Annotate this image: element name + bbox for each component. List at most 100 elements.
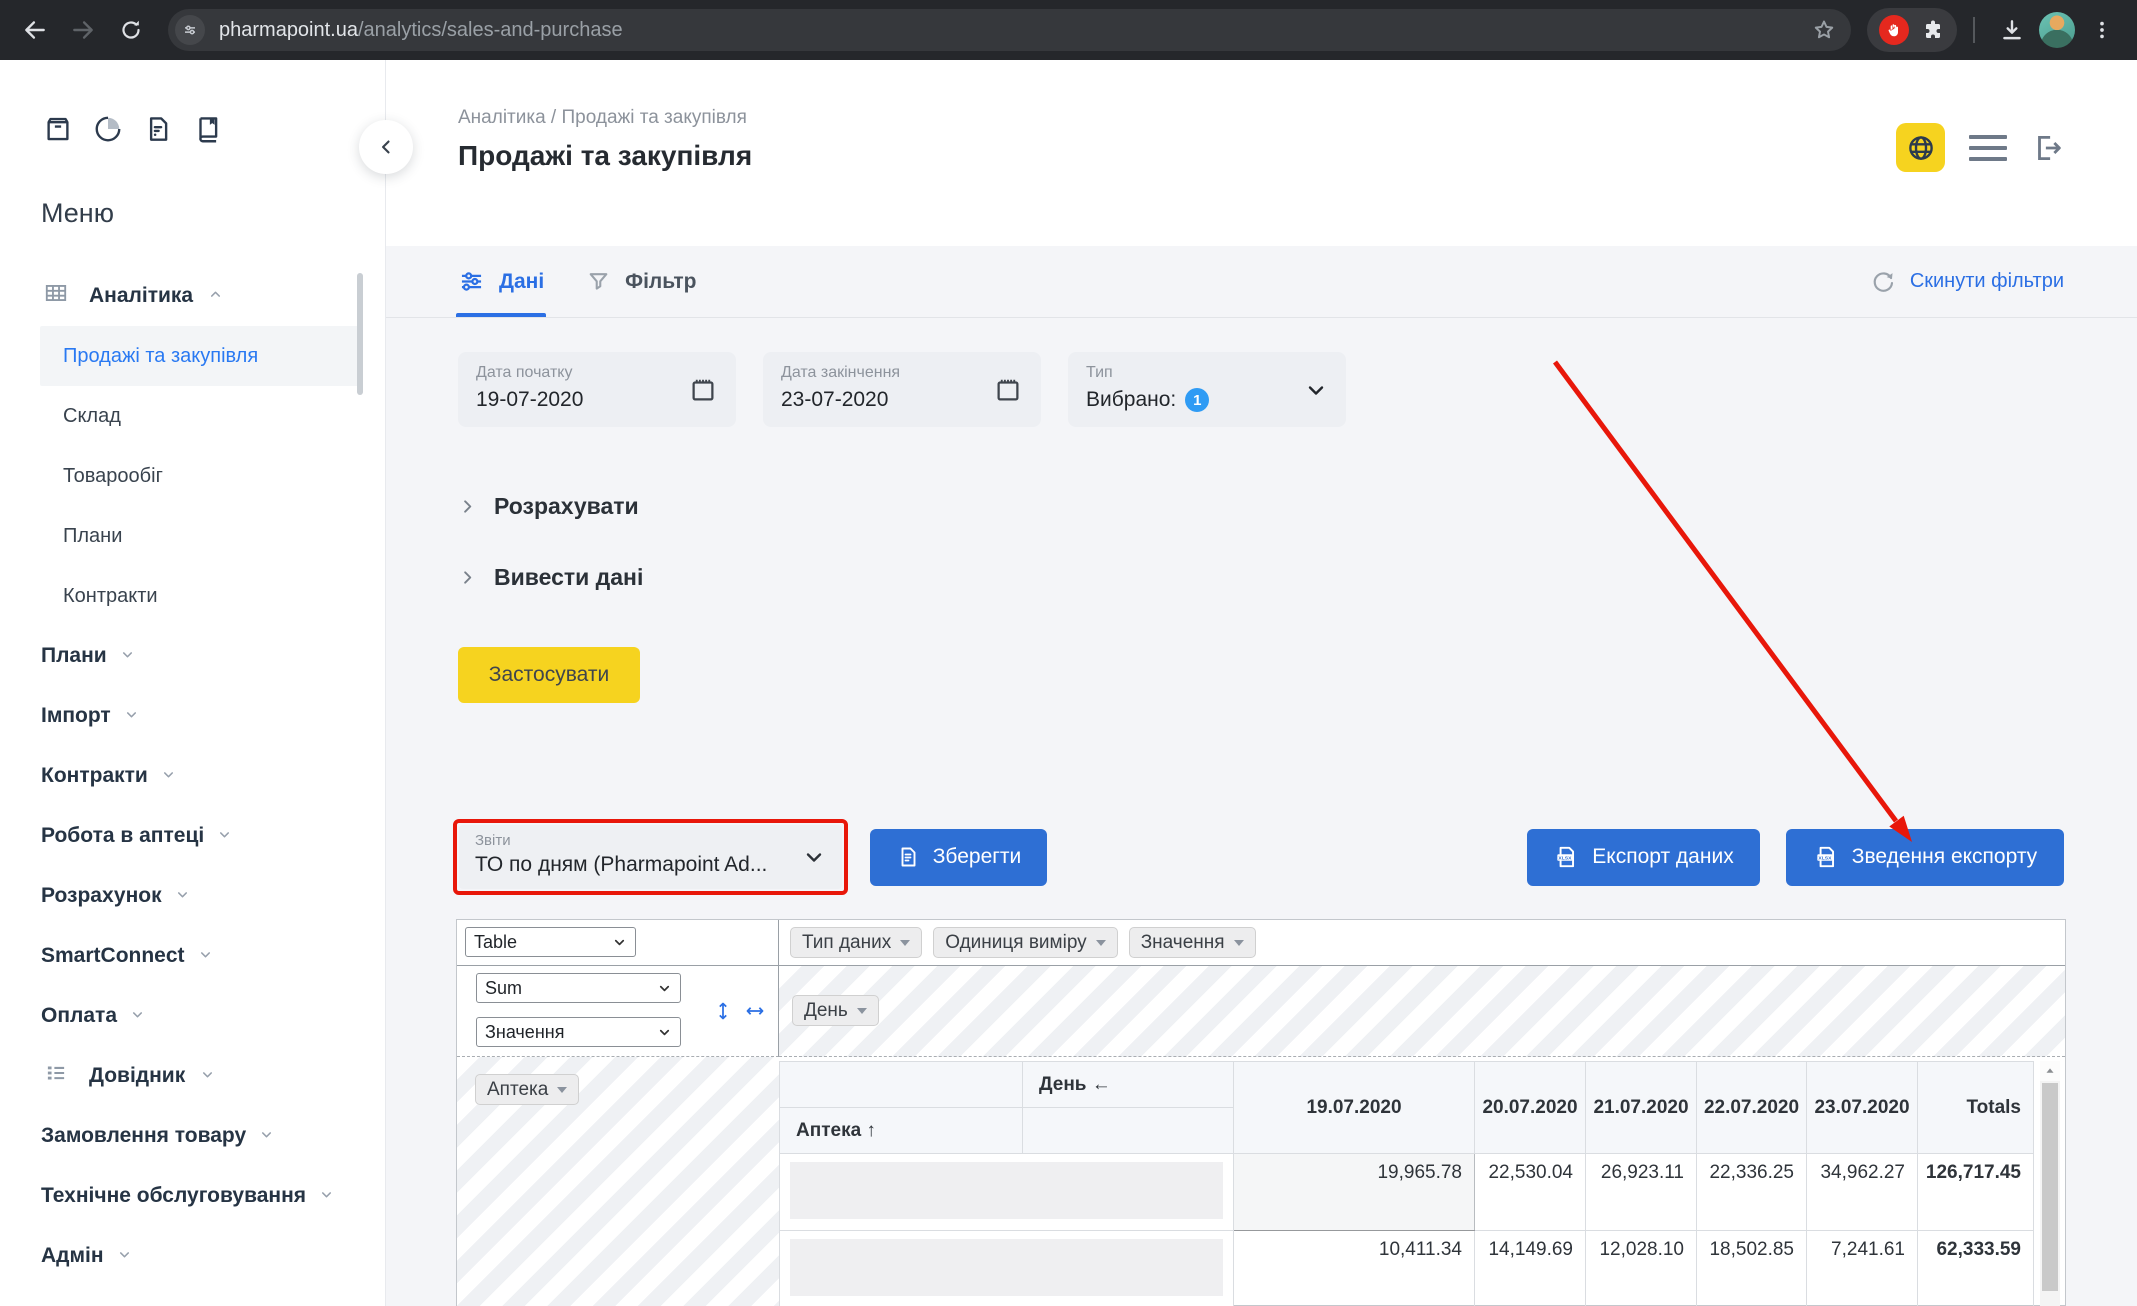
- chevron-right-icon: [458, 497, 477, 516]
- calendar-icon[interactable]: [993, 375, 1023, 405]
- date-start-field[interactable]: Дата початку 19-07-2020: [458, 352, 736, 427]
- address-bar[interactable]: pharmapoint.ua/analytics/sales-and-purch…: [168, 9, 1851, 51]
- adblock-extension-icon[interactable]: [1879, 15, 1909, 45]
- attr-label: Значення: [1141, 932, 1225, 954]
- extensions-puzzle-icon[interactable]: [1921, 18, 1945, 42]
- sidebar-item-turnover[interactable]: Товарообіг: [0, 446, 385, 506]
- chevron-down-icon: [117, 1244, 132, 1268]
- pie-chart-icon[interactable]: [93, 114, 123, 149]
- pivot-renderer-cell: Table: [457, 920, 779, 966]
- type-select-field[interactable]: Тип Вибрано:1: [1068, 352, 1346, 427]
- date-start-label: Дата початку: [476, 364, 718, 382]
- sidebar-scrollbar-thumb[interactable]: [357, 273, 363, 395]
- chevron-right-icon: [458, 568, 477, 587]
- table-scrollbar[interactable]: [2040, 1061, 2060, 1306]
- spacer-cell: [1023, 1108, 1234, 1154]
- chevron-down-icon: [1304, 378, 1328, 402]
- column-header: 22.07.2020: [1697, 1062, 1807, 1154]
- sidebar-item-smartconnect[interactable]: SmartConnect: [0, 926, 385, 986]
- col-axis-header[interactable]: День ←: [1023, 1062, 1234, 1108]
- sidebar-item-sales-and-purchase[interactable]: Продажі та закупівля: [40, 326, 360, 386]
- sidebar-item-admin[interactable]: Адмін: [0, 1226, 385, 1286]
- sidebar-item-calculation[interactable]: Розрахунок: [0, 866, 385, 926]
- date-end-field[interactable]: Дата закінчення 23-07-2020: [763, 352, 1041, 427]
- sidebar-item-contracts-sub[interactable]: Контракти: [0, 566, 385, 626]
- screen: pharmapoint.ua/analytics/sales-and-purch…: [0, 0, 2137, 1306]
- language-globe-button[interactable]: [1896, 123, 1945, 172]
- report-document-icon[interactable]: [143, 114, 173, 149]
- row-total-cell: 126,717.45: [1918, 1154, 2034, 1231]
- export-data-button[interactable]: Експорт даних: [1527, 829, 1760, 886]
- save-button[interactable]: Зберегти: [870, 829, 1047, 886]
- browser-reload-button[interactable]: [110, 9, 152, 51]
- attr-pill-value[interactable]: Значення: [1129, 927, 1256, 958]
- scrollbar-up-icon[interactable]: [2040, 1061, 2060, 1081]
- browser-back-button[interactable]: [14, 9, 56, 51]
- scrollbar-thumb[interactable]: [2042, 1083, 2058, 1291]
- book-icon[interactable]: [193, 114, 223, 149]
- reports-dropdown[interactable]: Звіти ТО по дням (Pharmapoint Ad...: [459, 825, 842, 889]
- tab-filter[interactable]: Фільтр: [586, 246, 696, 317]
- sidebar-collapse-button[interactable]: [359, 120, 413, 174]
- date-start-value: 19-07-2020: [476, 388, 718, 412]
- sidebar-item-label: Технічне обслуговування: [41, 1184, 306, 1208]
- column-header: 21.07.2020: [1586, 1062, 1697, 1154]
- menu-title: Меню: [41, 198, 385, 226]
- aggregator-select[interactable]: Sum: [476, 973, 681, 1003]
- site-info-icon[interactable]: [175, 15, 205, 45]
- sidebar-item-maintenance[interactable]: Технічне обслуговування: [0, 1166, 385, 1226]
- section-output-toggle[interactable]: Вивести дані: [458, 564, 643, 591]
- attr-pill-pharmacy[interactable]: Аптека: [475, 1074, 579, 1105]
- sidebar-item-plans-sub[interactable]: Плани: [0, 506, 385, 566]
- attr-pill-unit[interactable]: Одиниця виміру: [933, 927, 1117, 958]
- sidebar-item-goods-order[interactable]: Замовлення товару: [0, 1106, 385, 1166]
- apply-button[interactable]: Застосувати: [458, 647, 640, 703]
- date-end-label: Дата закінчення: [781, 364, 1023, 382]
- caret-down-icon: [857, 1008, 867, 1014]
- attr-pill-data-type[interactable]: Тип даних: [790, 927, 922, 958]
- sidebar-item-plans[interactable]: Плани: [0, 626, 385, 686]
- reset-filters-link[interactable]: Скинути фільтри: [1870, 269, 2064, 295]
- hamburger-menu-icon[interactable]: [1969, 135, 2007, 161]
- sidebar-item-contracts[interactable]: Контракти: [0, 746, 385, 806]
- export-summary-button[interactable]: Зведення експорту: [1786, 829, 2064, 886]
- attr-pill-day[interactable]: День: [792, 995, 879, 1026]
- sidebar-item-label: Розрахунок: [41, 884, 162, 908]
- arrows-horizontal-icon[interactable]: [744, 1000, 766, 1028]
- renderer-value: Table: [474, 932, 517, 953]
- downloads-icon[interactable]: [1991, 9, 2033, 51]
- type-value: Вибрано:: [1086, 388, 1176, 412]
- sidebar-item-label: Товарообіг: [63, 465, 163, 488]
- annotation-highlight-box: Звіти ТО по дням (Pharmapoint Ad...: [453, 819, 848, 895]
- browser-forward-button[interactable]: [62, 9, 104, 51]
- browser-menu-icon[interactable]: [2081, 9, 2123, 51]
- pivot-unused-attrs: Тип даних Одиниця виміру Значення: [779, 920, 2065, 966]
- renderer-select[interactable]: Table: [465, 927, 636, 957]
- sidebar-item-analytics[interactable]: Аналітика: [0, 266, 385, 326]
- arrows-vertical-icon[interactable]: [712, 1000, 734, 1028]
- sidebar-item-directory[interactable]: Довідник: [0, 1046, 385, 1106]
- breadcrumb: Аналітика / Продажі та закупівля: [458, 107, 747, 129]
- sidebar-item-import[interactable]: Імпорт: [0, 686, 385, 746]
- caret-down-icon: [557, 1087, 567, 1093]
- aggregator-arg-select[interactable]: Значення: [476, 1017, 681, 1047]
- logout-icon[interactable]: [2031, 131, 2065, 165]
- profile-avatar[interactable]: [2039, 12, 2075, 48]
- sidebar-item-warehouse[interactable]: Склад: [0, 386, 385, 446]
- sidebar-item-pharmacy-work[interactable]: Робота в аптеці: [0, 806, 385, 866]
- sidebar-item-payment[interactable]: Оплата: [0, 986, 385, 1046]
- sidebar-quick-icons: [0, 114, 385, 149]
- row-axis-header[interactable]: Аптека ↑: [780, 1108, 1023, 1154]
- archive-box-icon[interactable]: [43, 114, 73, 149]
- section-calculate-toggle[interactable]: Розрахувати: [458, 493, 639, 520]
- chevron-down-icon: [124, 704, 139, 728]
- bookmark-star-icon[interactable]: [1811, 17, 1837, 43]
- value-cell: 14,149.69: [1475, 1231, 1586, 1306]
- calendar-icon[interactable]: [688, 375, 718, 405]
- column-header: 20.07.2020: [1475, 1062, 1586, 1154]
- tab-data[interactable]: Дані: [458, 246, 544, 317]
- row-label-redacted: [780, 1154, 1234, 1231]
- toolbar-divider: [1973, 17, 1975, 43]
- xlsx-file-icon: [1813, 844, 1839, 870]
- chevron-down-icon: [217, 824, 232, 848]
